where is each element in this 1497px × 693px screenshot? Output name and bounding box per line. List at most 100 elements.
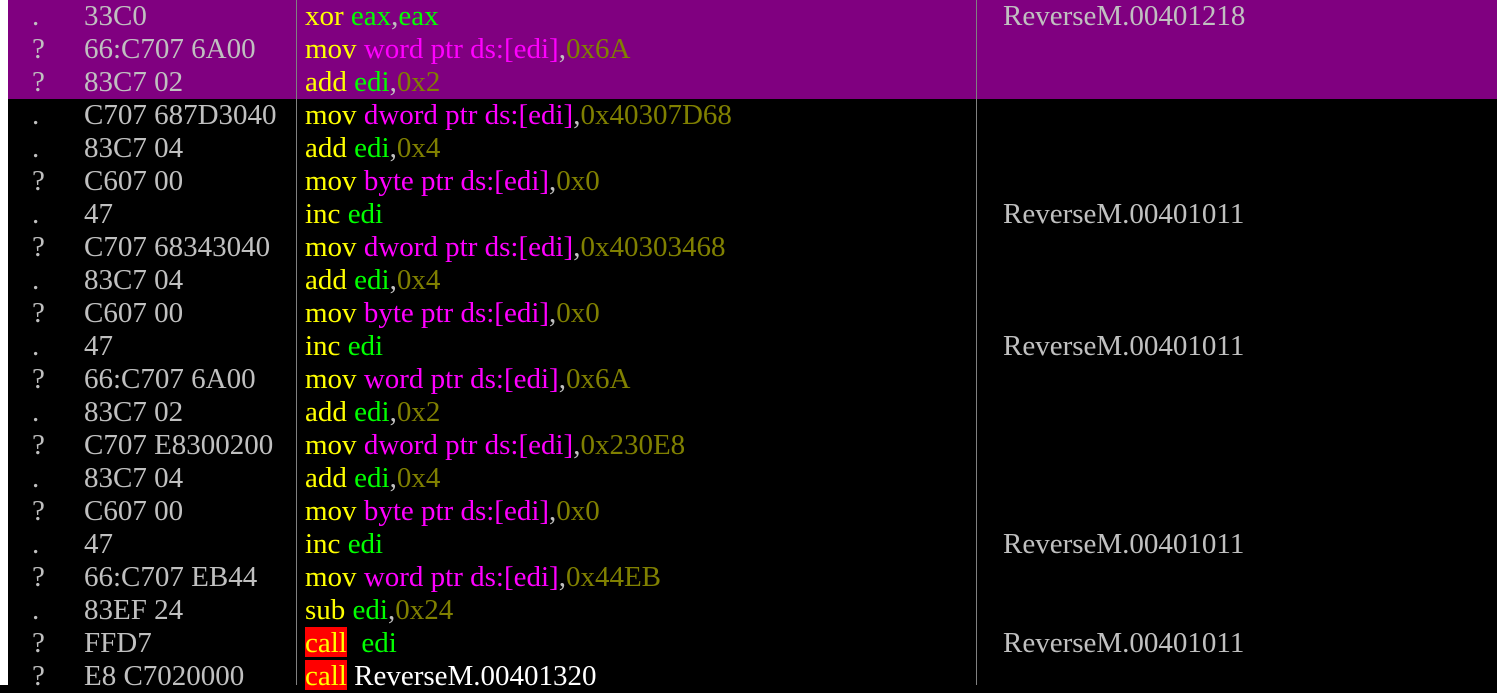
instruction: add edi,0x2 [305, 66, 977, 99]
immediate-operand: 0x4 [396, 132, 441, 164]
disassembly-listing[interactable]: . 33C0 xor eax,eax ReverseM.00401218? 66:C70… [8, 0, 1497, 693]
register-operand: edi [354, 66, 390, 98]
instruction: mov dword ptr ds:[edi],0x230E8 [305, 429, 977, 462]
row-marker: ? [32, 231, 45, 263]
disasm-row[interactable]: . 47 inc edi ReverseM.00401011 [8, 330, 1497, 363]
instruction: xor eax,eax [305, 0, 977, 33]
disasm-row[interactable]: . 83C7 04 add edi,0x4 [8, 462, 1497, 495]
disasm-row[interactable]: ? 83C7 02 add edi,0x2 [8, 66, 1497, 99]
mnemonic: mov [305, 495, 357, 527]
disasm-row[interactable]: . 47 inc edi ReverseM.00401011 [8, 528, 1497, 561]
disasm-row[interactable]: ? 66:C707 EB44 mov word ptr ds:[edi],0x44E… [8, 561, 1497, 594]
disasm-row[interactable]: ? 66:C707 6A00 mov word ptr ds:[edi],0x6A [8, 33, 1497, 66]
operand-separator: , [558, 363, 566, 395]
disasm-row[interactable]: . C707 687D3040 mov dword ptr ds:[edi],0x4… [8, 99, 1497, 132]
mnemonic: mov [305, 429, 357, 461]
opcode-bytes: FFD7 [84, 627, 152, 659]
immediate-operand: 0x2 [396, 396, 441, 428]
row-marker: ? [32, 33, 45, 65]
operand-separator: , [558, 33, 566, 65]
call-mnemonic: call [305, 627, 347, 659]
instruction: mov word ptr ds:[edi],0x6A [305, 363, 977, 396]
disasm-row[interactable]: ? C707 68343040 mov dword ptr ds:[edi],0x4… [8, 231, 1497, 264]
memory-operand: byte ptr ds:[edi] [363, 165, 550, 197]
disasm-row[interactable]: ? C607 00 mov byte ptr ds:[edi],0x0 [8, 165, 1497, 198]
opcode-bytes: 66:C707 6A00 [84, 363, 256, 395]
operand-space [344, 0, 351, 32]
opcode-bytes: C607 00 [84, 165, 184, 197]
mnemonic: add [305, 66, 347, 98]
mnemonic: inc [305, 330, 341, 362]
mnemonic: inc [305, 528, 341, 560]
operand-separator: , [558, 561, 566, 593]
opcode-bytes: 47 [84, 528, 113, 560]
immediate-operand: 0x24 [395, 594, 454, 626]
operand-space [357, 561, 364, 593]
immediate-operand: 0x230E8 [580, 429, 686, 461]
disasm-row[interactable]: ? E8 C7020000 call ReverseM.00401320 [8, 660, 1497, 693]
register-operand: edi [354, 462, 390, 494]
instruction: call ReverseM.00401320 [305, 660, 977, 693]
memory-operand: byte ptr ds:[edi] [363, 495, 550, 527]
instruction: mov dword ptr ds:[edi],0x40307D68 [305, 99, 977, 132]
opcode-bytes: 66:C707 6A00 [84, 33, 256, 65]
row-marker: ? [32, 495, 45, 527]
instruction: add edi,0x4 [305, 462, 977, 495]
mnemonic: xor [305, 0, 344, 32]
immediate-operand: 0x4 [396, 462, 441, 494]
instruction: inc edi [305, 198, 977, 231]
row-marker: ? [32, 66, 45, 98]
call-mnemonic: call [305, 660, 347, 692]
opcode-bytes: 33C0 [84, 0, 147, 32]
operand-space [347, 627, 362, 659]
disasm-row[interactable]: . 83C7 02 add edi,0x2 [8, 396, 1497, 429]
disasm-row[interactable]: . 83C7 04 add edi,0x4 [8, 264, 1497, 297]
mnemonic: mov [305, 99, 357, 131]
comment: ReverseM.00401011 [1003, 198, 1245, 230]
row-marker: ? [32, 363, 45, 395]
comment: ReverseM.00401218 [1003, 0, 1246, 32]
row-marker: ? [32, 561, 45, 593]
opcode-bytes: C707 687D3040 [84, 99, 277, 131]
immediate-operand: 0x0 [556, 165, 600, 197]
memory-operand: word ptr ds:[edi] [363, 363, 559, 395]
mnemonic: mov [305, 363, 357, 395]
row-marker: . [32, 462, 40, 494]
disasm-row[interactable]: . 33C0 xor eax,eax ReverseM.00401218 [8, 0, 1497, 33]
opcode-bytes: 83C7 02 [84, 396, 184, 428]
disasm-row[interactable]: ? C607 00 mov byte ptr ds:[edi],0x0 [8, 495, 1497, 528]
instruction: inc edi [305, 330, 977, 363]
row-marker: . [32, 132, 40, 164]
row-marker: . [32, 0, 40, 32]
operand-space [340, 330, 347, 362]
operand-separator: , [389, 264, 397, 296]
immediate-operand: 0x0 [556, 297, 600, 329]
disasm-row[interactable]: ? C607 00 mov byte ptr ds:[edi],0x0 [8, 297, 1497, 330]
register-operand: eax [350, 0, 392, 32]
immediate-operand: 0x6A [565, 363, 631, 395]
opcode-bytes: C707 E8300200 [84, 429, 274, 461]
mnemonic: add [305, 264, 347, 296]
disasm-row[interactable]: . 83C7 04 add edi,0x4 [8, 132, 1497, 165]
operand-space [345, 594, 352, 626]
disasm-row[interactable]: ? C707 E8300200 mov dword ptr ds:[edi],0x2… [8, 429, 1497, 462]
row-marker: . [32, 528, 40, 560]
mnemonic: mov [305, 231, 357, 263]
disasm-row[interactable]: . 83EF 24 sub edi,0x24 [8, 594, 1497, 627]
disasm-row[interactable]: . 47 inc edi ReverseM.00401011 [8, 198, 1497, 231]
row-marker: . [32, 264, 40, 296]
operand-space [340, 198, 347, 230]
disasm-row[interactable]: ? FFD7 call edi ReverseM.00401011 [8, 627, 1497, 660]
register-operand: eax [398, 0, 439, 32]
opcode-bytes: C607 00 [84, 495, 184, 527]
row-marker: ? [32, 660, 45, 692]
instruction: call edi [305, 627, 977, 660]
disasm-row[interactable]: ? 66:C707 6A00 mov word ptr ds:[edi],0x6A [8, 363, 1497, 396]
mnemonic: sub [305, 594, 346, 626]
operand-separator: , [389, 396, 397, 428]
mnemonic: mov [305, 297, 357, 329]
call-target: ReverseM.00401320 [354, 660, 597, 692]
row-marker: ? [32, 297, 45, 329]
row-marker: . [32, 594, 40, 626]
mnemonic: mov [305, 33, 357, 65]
